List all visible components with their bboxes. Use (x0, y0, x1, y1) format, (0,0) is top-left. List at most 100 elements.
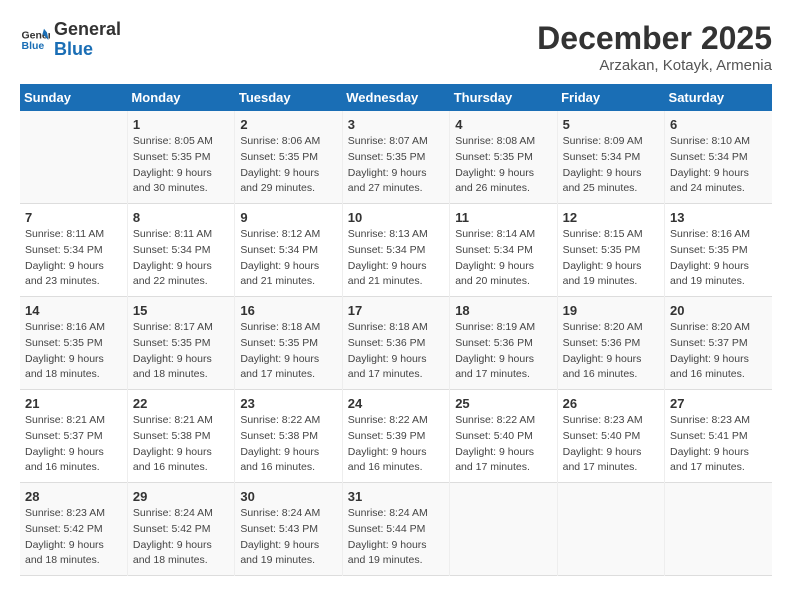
calendar-cell (665, 483, 772, 576)
calendar-cell: 6 Sunrise: 8:10 AM Sunset: 5:34 PM Daylig… (665, 111, 772, 204)
header-cell-tuesday: Tuesday (235, 84, 342, 111)
day-info: Sunrise: 8:22 AM Sunset: 5:40 PM Dayligh… (455, 413, 551, 476)
day-info: Sunrise: 8:22 AM Sunset: 5:39 PM Dayligh… (348, 413, 444, 476)
day-info: Sunrise: 8:16 AM Sunset: 5:35 PM Dayligh… (25, 320, 122, 383)
day-number: 26 (563, 396, 659, 411)
day-number: 10 (348, 210, 444, 225)
calendar-cell: 17 Sunrise: 8:18 AM Sunset: 5:36 PM Dayli… (342, 297, 449, 390)
calendar-cell: 31Sunrise: 8:24 AM Sunset: 5:44 PM Dayli… (342, 483, 449, 576)
day-number: 17 (348, 303, 444, 318)
calendar-cell: 15 Sunrise: 8:17 AM Sunset: 5:35 PM Dayli… (127, 297, 234, 390)
day-info: Sunrise: 8:24 AM Sunset: 5:43 PM Dayligh… (240, 506, 336, 569)
calendar-cell: 11 Sunrise: 8:14 AM Sunset: 5:34 PM Dayli… (450, 204, 557, 297)
calendar-cell: 22Sunrise: 8:21 AM Sunset: 5:38 PM Dayli… (127, 390, 234, 483)
calendar-cell: 7 Sunrise: 8:11 AM Sunset: 5:34 PM Daylig… (20, 204, 127, 297)
day-number: 4 (455, 117, 551, 132)
day-number: 27 (670, 396, 767, 411)
calendar-cell (557, 483, 664, 576)
calendar-cell: 14 Sunrise: 8:16 AM Sunset: 5:35 PM Dayli… (20, 297, 127, 390)
header-cell-wednesday: Wednesday (342, 84, 449, 111)
day-info: Sunrise: 8:07 AM Sunset: 5:35 PM Dayligh… (348, 134, 444, 197)
day-info: Sunrise: 8:17 AM Sunset: 5:35 PM Dayligh… (133, 320, 229, 383)
day-number: 28 (25, 489, 122, 504)
day-info: Sunrise: 8:18 AM Sunset: 5:35 PM Dayligh… (240, 320, 336, 383)
day-number: 3 (348, 117, 444, 132)
title-block: December 2025 Arzakan, Kotayk, Armenia (537, 20, 772, 74)
calendar-cell: 28 Sunrise: 8:23 AM Sunset: 5:42 PM Dayli… (20, 483, 127, 576)
calendar-cell: 13 Sunrise: 8:16 AM Sunset: 5:35 PM Dayli… (665, 204, 772, 297)
day-number: 30 (240, 489, 336, 504)
day-number: 1 (133, 117, 229, 132)
day-number: 16 (240, 303, 336, 318)
calendar-cell: 29Sunrise: 8:24 AM Sunset: 5:42 PM Dayli… (127, 483, 234, 576)
day-info: Sunrise: 8:10 AM Sunset: 5:34 PM Dayligh… (670, 134, 767, 197)
header-cell-monday: Monday (127, 84, 234, 111)
calendar-cell: 24 Sunrise: 8:22 AM Sunset: 5:39 PM Dayli… (342, 390, 449, 483)
day-number: 23 (240, 396, 336, 411)
day-info: Sunrise: 8:12 AM Sunset: 5:34 PM Dayligh… (240, 227, 336, 290)
day-info: Sunrise: 8:20 AM Sunset: 5:37 PM Dayligh… (670, 320, 767, 383)
svg-text:Blue: Blue (22, 40, 45, 52)
day-number: 19 (563, 303, 659, 318)
day-number: 14 (25, 303, 122, 318)
day-number: 12 (563, 210, 659, 225)
day-info: Sunrise: 8:21 AM Sunset: 5:37 PM Dayligh… (25, 413, 122, 476)
day-info: Sunrise: 8:23 AM Sunset: 5:41 PM Dayligh… (670, 413, 767, 476)
page-header: General Blue General Blue December 2025 … (20, 20, 772, 74)
day-number: 8 (133, 210, 229, 225)
calendar-cell: 5 Sunrise: 8:09 AM Sunset: 5:34 PM Daylig… (557, 111, 664, 204)
day-info: Sunrise: 8:08 AM Sunset: 5:35 PM Dayligh… (455, 134, 551, 197)
week-row-2: 7 Sunrise: 8:11 AM Sunset: 5:34 PM Daylig… (20, 204, 772, 297)
day-number: 18 (455, 303, 551, 318)
day-info: Sunrise: 8:09 AM Sunset: 5:34 PM Dayligh… (563, 134, 659, 197)
month-title: December 2025 (537, 20, 772, 57)
day-info: Sunrise: 8:16 AM Sunset: 5:35 PM Dayligh… (670, 227, 767, 290)
calendar-cell (20, 111, 127, 204)
calendar-cell: 23 Sunrise: 8:22 AM Sunset: 5:38 PM Dayli… (235, 390, 342, 483)
header-cell-saturday: Saturday (665, 84, 772, 111)
day-info: Sunrise: 8:21 AM Sunset: 5:38 PM Dayligh… (133, 413, 229, 476)
day-number: 5 (563, 117, 659, 132)
day-number: 29 (133, 489, 229, 504)
logo-text: General Blue (54, 20, 121, 60)
day-info: Sunrise: 8:14 AM Sunset: 5:34 PM Dayligh… (455, 227, 551, 290)
week-row-1: 1 Sunrise: 8:05 AM Sunset: 5:35 PM Daylig… (20, 111, 772, 204)
day-info: Sunrise: 8:24 AM Sunset: 5:44 PM Dayligh… (348, 506, 444, 569)
day-number: 6 (670, 117, 767, 132)
calendar-cell: 27 Sunrise: 8:23 AM Sunset: 5:41 PM Dayli… (665, 390, 772, 483)
logo-icon: General Blue (20, 25, 50, 55)
day-info: Sunrise: 8:15 AM Sunset: 5:35 PM Dayligh… (563, 227, 659, 290)
day-number: 21 (25, 396, 122, 411)
day-number: 20 (670, 303, 767, 318)
calendar-cell (450, 483, 557, 576)
day-info: Sunrise: 8:22 AM Sunset: 5:38 PM Dayligh… (240, 413, 336, 476)
day-number: 15 (133, 303, 229, 318)
location-subtitle: Arzakan, Kotayk, Armenia (537, 57, 772, 74)
day-info: Sunrise: 8:13 AM Sunset: 5:34 PM Dayligh… (348, 227, 444, 290)
day-info: Sunrise: 8:23 AM Sunset: 5:42 PM Dayligh… (25, 506, 122, 569)
calendar-table: SundayMondayTuesdayWednesdayThursdayFrid… (20, 84, 772, 576)
day-number: 13 (670, 210, 767, 225)
calendar-cell: 26 Sunrise: 8:23 AM Sunset: 5:40 PM Dayli… (557, 390, 664, 483)
day-number: 11 (455, 210, 551, 225)
day-number: 9 (240, 210, 336, 225)
day-info: Sunrise: 8:11 AM Sunset: 5:34 PM Dayligh… (133, 227, 229, 290)
day-info: Sunrise: 8:23 AM Sunset: 5:40 PM Dayligh… (563, 413, 659, 476)
day-number: 2 (240, 117, 336, 132)
day-info: Sunrise: 8:05 AM Sunset: 5:35 PM Dayligh… (133, 134, 229, 197)
day-info: Sunrise: 8:18 AM Sunset: 5:36 PM Dayligh… (348, 320, 444, 383)
calendar-cell: 20 Sunrise: 8:20 AM Sunset: 5:37 PM Dayli… (665, 297, 772, 390)
day-info: Sunrise: 8:06 AM Sunset: 5:35 PM Dayligh… (240, 134, 336, 197)
calendar-cell: 3 Sunrise: 8:07 AM Sunset: 5:35 PM Daylig… (342, 111, 449, 204)
day-number: 7 (25, 210, 122, 225)
calendar-body: 1 Sunrise: 8:05 AM Sunset: 5:35 PM Daylig… (20, 111, 772, 576)
day-number: 24 (348, 396, 444, 411)
calendar-cell: 4 Sunrise: 8:08 AM Sunset: 5:35 PM Daylig… (450, 111, 557, 204)
day-number: 25 (455, 396, 551, 411)
calendar-cell: 9 Sunrise: 8:12 AM Sunset: 5:34 PM Daylig… (235, 204, 342, 297)
calendar-cell: 12 Sunrise: 8:15 AM Sunset: 5:35 PM Dayli… (557, 204, 664, 297)
week-row-4: 21 Sunrise: 8:21 AM Sunset: 5:37 PM Dayli… (20, 390, 772, 483)
calendar-cell: 18Sunrise: 8:19 AM Sunset: 5:36 PM Dayli… (450, 297, 557, 390)
day-info: Sunrise: 8:11 AM Sunset: 5:34 PM Dayligh… (25, 227, 122, 290)
calendar-cell: 16 Sunrise: 8:18 AM Sunset: 5:35 PM Dayli… (235, 297, 342, 390)
